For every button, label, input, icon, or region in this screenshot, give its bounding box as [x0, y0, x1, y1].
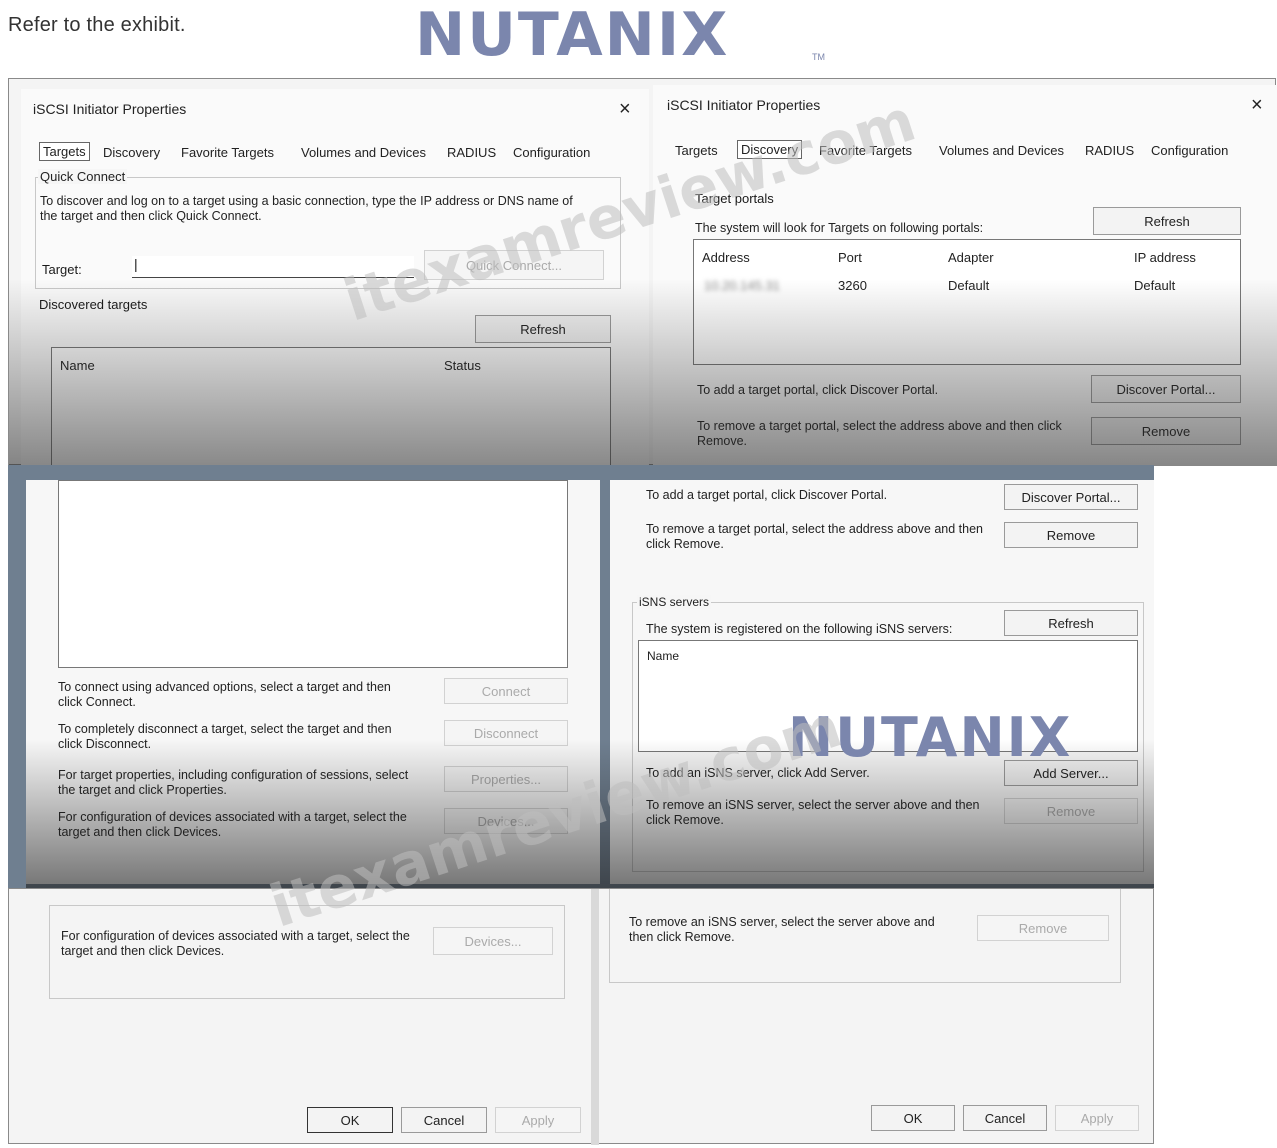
remove-portal-button[interactable]: Remove: [1004, 522, 1138, 548]
target-label: Target:: [42, 262, 82, 277]
isns-servers-label: iSNS servers: [637, 595, 712, 609]
column-name[interactable]: Name: [60, 358, 95, 373]
target-portals-list[interactable]: Address Port Adapter IP address 10.20.14…: [693, 239, 1241, 365]
tab-volumes-and-devices[interactable]: Volumes and Devices: [939, 143, 1064, 158]
devices-text: For configuration of devices associated …: [61, 929, 410, 958]
ok-button[interactable]: OK: [871, 1105, 955, 1131]
tab-configuration[interactable]: Configuration: [1151, 143, 1228, 158]
portal-address-cell[interactable]: 10.20.145.31: [704, 278, 780, 293]
remove-portal-button[interactable]: Remove: [1091, 417, 1241, 445]
ok-button[interactable]: OK: [307, 1107, 393, 1133]
tab-strip: Targets Discovery Favorite Targets Volum…: [35, 142, 635, 165]
nutanix-logo: NUTANIX: [415, 0, 730, 70]
tab-discovery[interactable]: Discovery: [737, 140, 803, 159]
column-adapter[interactable]: Adapter: [948, 250, 994, 265]
portal-adapter-cell[interactable]: Default: [948, 278, 989, 293]
quick-connect-description: To discover and log on to a target using…: [40, 194, 573, 223]
target-portals-label: Target portals: [695, 191, 774, 206]
quick-connect-button[interactable]: Quick Connect...: [424, 250, 604, 280]
tab-strip: Targets Discovery Favorite Targets Volum…: [667, 140, 1267, 163]
exhibit-prompt: Refer to the exhibit.: [8, 14, 186, 36]
nutanix-logo-tm: TM: [812, 52, 825, 62]
remove-isns-text: To remove an iSNS server, select the ser…: [646, 798, 980, 827]
discover-portal-button[interactable]: Discover Portal...: [1004, 484, 1138, 510]
tab-radius[interactable]: RADIUS: [447, 145, 496, 160]
tab-favorite-targets[interactable]: Favorite Targets: [181, 145, 274, 160]
disconnect-button[interactable]: Disconnect: [444, 720, 568, 746]
disconnect-text: To completely disconnect a target, selec…: [58, 722, 392, 751]
devices-button[interactable]: Devices...: [444, 808, 568, 834]
tab-discovery[interactable]: Discovery: [103, 145, 160, 160]
remove-isns-text: To remove an iSNS server, select the ser…: [629, 915, 935, 944]
discovery-window: iSCSI Initiator Properties × Targets Dis…: [653, 85, 1277, 466]
close-icon[interactable]: ×: [619, 99, 631, 119]
target-portals-description: The system will look for Targets on foll…: [695, 221, 984, 235]
top-exhibit: iSCSI Initiator Properties × Targets Dis…: [8, 78, 1277, 467]
window-title: iSCSI Initiator Properties: [667, 97, 821, 113]
discovered-targets-list[interactable]: Name Status: [51, 347, 611, 467]
tab-configuration[interactable]: Configuration: [513, 145, 590, 160]
tab-targets[interactable]: Targets: [675, 143, 718, 158]
window-divider: [591, 889, 599, 1145]
apply-button[interactable]: Apply: [1055, 1105, 1139, 1131]
connect-text: To connect using advanced options, selec…: [58, 680, 391, 709]
column-ip-address[interactable]: IP address: [1134, 250, 1196, 265]
column-status[interactable]: Status: [444, 358, 481, 373]
devices-text: For configuration of devices associated …: [58, 810, 407, 839]
portal-ip-cell[interactable]: Default: [1134, 278, 1175, 293]
discovered-targets-label: Discovered targets: [39, 297, 148, 312]
add-portal-text: To add a target portal, click Discover P…: [697, 383, 939, 397]
remove-portal-text: To remove a target portal, select the ad…: [697, 419, 1062, 448]
add-portal-text: To add a target portal, click Discover P…: [646, 488, 888, 502]
remove-portal-text: To remove a target portal, select the ad…: [646, 522, 984, 551]
target-input[interactable]: |: [132, 256, 414, 278]
refresh-isns-button[interactable]: Refresh: [1004, 610, 1138, 636]
refresh-portals-button[interactable]: Refresh: [1093, 207, 1241, 235]
cancel-button[interactable]: Cancel: [401, 1107, 487, 1133]
apply-button[interactable]: Apply: [495, 1107, 581, 1133]
quick-connect-label: Quick Connect: [38, 169, 128, 184]
quick-connect-group: Quick Connect To discover and log on to …: [35, 169, 621, 289]
remove-isns-button[interactable]: Remove: [977, 915, 1109, 941]
portal-port-cell[interactable]: 3260: [838, 278, 867, 293]
tab-radius[interactable]: RADIUS: [1085, 143, 1134, 158]
window-title: iSCSI Initiator Properties: [33, 101, 187, 117]
close-icon[interactable]: ×: [1251, 95, 1263, 115]
discovery-bottom-panel: To add a target portal, click Discover P…: [610, 480, 1154, 884]
column-address[interactable]: Address: [702, 250, 750, 265]
isns-description: The system is registered on the followin…: [646, 622, 953, 636]
discover-portal-button[interactable]: Discover Portal...: [1091, 375, 1241, 403]
remove-isns-button[interactable]: Remove: [1004, 798, 1138, 824]
tab-volumes-and-devices[interactable]: Volumes and Devices: [301, 145, 426, 160]
devices-button[interactable]: Devices...: [433, 927, 553, 955]
properties-text: For target properties, including configu…: [58, 768, 409, 797]
targets-bottom-panel: To connect using advanced options, selec…: [26, 480, 600, 884]
properties-button[interactable]: Properties...: [444, 766, 568, 792]
discovered-targets-list-continued[interactable]: [58, 480, 568, 668]
nutanix-logo-overlay: NUTANIX: [788, 706, 1073, 769]
refresh-targets-button[interactable]: Refresh: [475, 315, 611, 343]
targets-window: iSCSI Initiator Properties × Targets Dis…: [21, 89, 649, 467]
tab-favorite-targets[interactable]: Favorite Targets: [819, 143, 912, 158]
cancel-button[interactable]: Cancel: [963, 1105, 1047, 1131]
column-name[interactable]: Name: [647, 649, 679, 663]
column-port[interactable]: Port: [838, 250, 862, 265]
bottom-strip: For configuration of devices associated …: [8, 888, 1154, 1145]
tab-targets[interactable]: Targets: [39, 142, 90, 161]
connect-button[interactable]: Connect: [444, 678, 568, 704]
